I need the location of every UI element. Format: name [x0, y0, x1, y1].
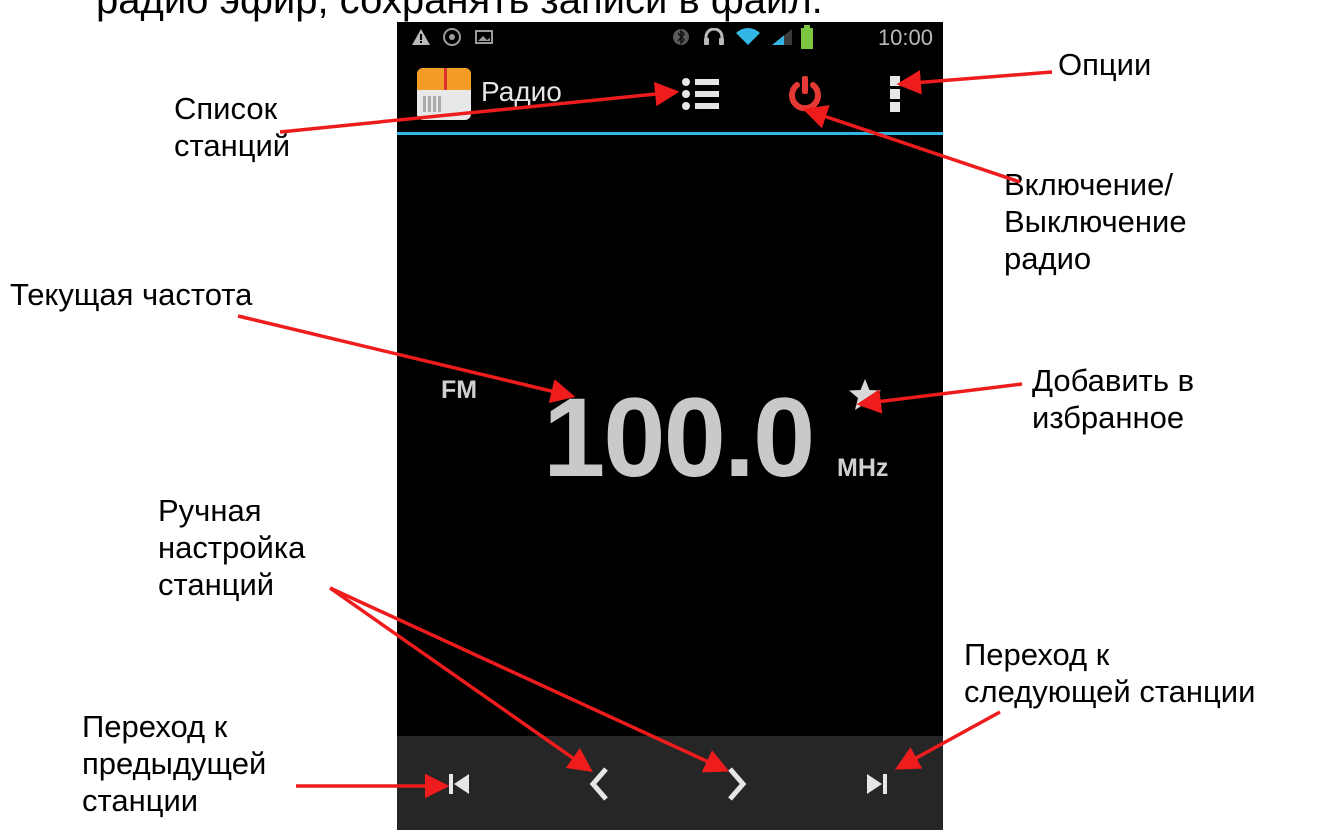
radio-app-icon[interactable] [417, 68, 471, 120]
skip-next-icon [867, 774, 887, 794]
station-list-button[interactable] [673, 66, 729, 122]
image-icon [475, 30, 493, 44]
frequency-unit: MHz [837, 454, 889, 482]
label-power: Включение/Выключение радио [1004, 167, 1187, 276]
previous-station-button[interactable] [435, 760, 483, 808]
label-current-frequency: Текущая частота [10, 277, 253, 312]
status-bar: 10:00 [397, 22, 943, 52]
label-add-favorite: Добавить в избранное [1032, 363, 1195, 435]
frequency-display: 100.0 [543, 375, 815, 500]
signal-icon [772, 29, 792, 45]
label-previous-station: Переход к предыдущей станции [82, 709, 267, 818]
tune-down-button[interactable] [575, 760, 623, 808]
chevron-right-icon [728, 767, 747, 801]
list-icon [682, 78, 719, 110]
warning-icon [412, 29, 430, 45]
status-time: 10:00 [877, 25, 933, 50]
band-label: FM [441, 376, 478, 404]
chevron-left-icon [589, 767, 608, 801]
notification-icon [443, 28, 461, 46]
wifi-icon [736, 28, 760, 45]
power-button[interactable] [777, 66, 833, 122]
label-options: Опции [1058, 47, 1152, 82]
heading-partial: радио эфир, сохранять записи в файл. [96, 0, 823, 22]
action-bar-divider [397, 132, 943, 135]
headphones-icon [704, 28, 724, 45]
label-station-list: Список станций [174, 91, 291, 163]
skip-previous-icon [449, 774, 469, 794]
overflow-menu-button[interactable] [867, 66, 923, 122]
phone-screen: 10:00 Радио FM 100.0 MHz [397, 22, 943, 830]
power-icon [789, 76, 821, 112]
star-icon[interactable] [847, 377, 883, 413]
bluetooth-icon [673, 29, 689, 45]
battery-icon [801, 25, 813, 49]
label-next-station: Переход к следующей станции [964, 637, 1256, 709]
overflow-menu-icon [890, 76, 900, 112]
action-bar: Радио [397, 52, 943, 132]
label-manual-tuning: Ручная настройка станций [158, 493, 306, 602]
app-title: Радио [481, 76, 562, 107]
next-station-button[interactable] [853, 760, 901, 808]
tune-up-button[interactable] [713, 760, 761, 808]
bottom-bar [397, 736, 943, 830]
